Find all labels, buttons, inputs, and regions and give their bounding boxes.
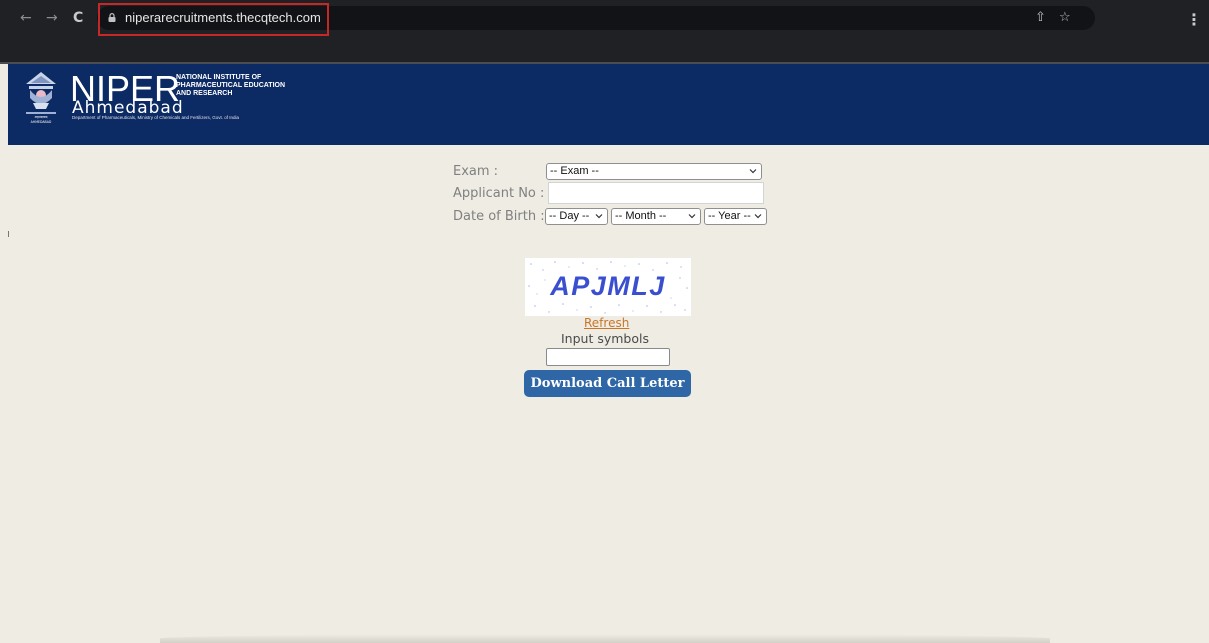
svg-text:अहमदाबाद: अहमदाबाद xyxy=(35,115,48,119)
chevron-down-icon xyxy=(595,214,603,219)
year-select[interactable]: -- Year -- xyxy=(704,208,767,225)
bottom-shadow xyxy=(160,634,1050,643)
date-of-birth-label: Date of Birth : xyxy=(453,209,545,224)
download-call-letter-button[interactable]: Download Call Letter xyxy=(524,370,691,397)
share-icon[interactable]: ⇧ xyxy=(1035,9,1046,27)
applicant-no-label: Applicant No : xyxy=(453,186,545,201)
exam-label: Exam : xyxy=(453,164,499,179)
month-select[interactable]: -- Month -- xyxy=(611,208,701,225)
logo-department: Department of Pharmaceuticals, Ministry … xyxy=(72,115,240,120)
address-bar[interactable]: niperarecruitments.thecqtech.com ⇧ ☆ xyxy=(97,6,1095,30)
applicant-no-input[interactable] xyxy=(548,182,764,204)
lock-icon xyxy=(108,13,116,22)
captcha-image: APJMLJ xyxy=(525,258,691,316)
browser-menu-icon[interactable]: ⋮ xyxy=(1186,11,1202,29)
captcha-refresh-link[interactable]: Refresh xyxy=(584,316,629,331)
exam-select-value: -- Exam -- xyxy=(550,165,599,177)
exam-select[interactable]: -- Exam -- xyxy=(546,163,762,180)
url-text: niperarecruitments.thecqtech.com xyxy=(125,10,321,25)
day-select-value: -- Day -- xyxy=(549,210,590,222)
year-select-value: -- Year -- xyxy=(708,210,751,222)
reload-button[interactable]: C xyxy=(73,9,83,27)
logo-full-name: NATIONAL INSTITUTE OF PHARMACEUTICAL EDU… xyxy=(176,74,306,98)
bookmark-star-icon[interactable]: ☆ xyxy=(1059,9,1071,27)
browser-chrome: ← → C niperarecruitments.thecqtech.com ⇧… xyxy=(0,0,1209,64)
edge-marker xyxy=(8,231,9,237)
month-select-value: -- Month -- xyxy=(615,210,667,222)
browser-toolbar: ← → C niperarecruitments.thecqtech.com ⇧… xyxy=(0,4,1209,32)
chevron-down-icon xyxy=(749,169,757,174)
input-symbols-label: Input symbols xyxy=(561,331,649,346)
logo-full-name-line: AND RESEARCH xyxy=(176,90,233,97)
svg-text:AHMEDABAD: AHMEDABAD xyxy=(31,120,52,124)
chevron-down-icon xyxy=(688,214,696,219)
niper-emblem-icon: अहमदाबाद AHMEDABAD xyxy=(26,72,56,124)
captcha-input[interactable] xyxy=(546,348,670,366)
site-header: अहमदाबाद AHMEDABAD NIPER NATIONAL INSTIT… xyxy=(8,64,1209,145)
logo-full-name-line: NATIONAL INSTITUTE OF xyxy=(176,74,262,81)
forward-button[interactable]: → xyxy=(46,9,58,27)
logo-full-name-line: PHARMACEUTICAL EDUCATION xyxy=(176,82,286,89)
back-button[interactable]: ← xyxy=(20,9,32,27)
chevron-down-icon xyxy=(754,214,762,219)
captcha-text: APJMLJ xyxy=(549,271,666,301)
day-select[interactable]: -- Day -- xyxy=(545,208,608,225)
